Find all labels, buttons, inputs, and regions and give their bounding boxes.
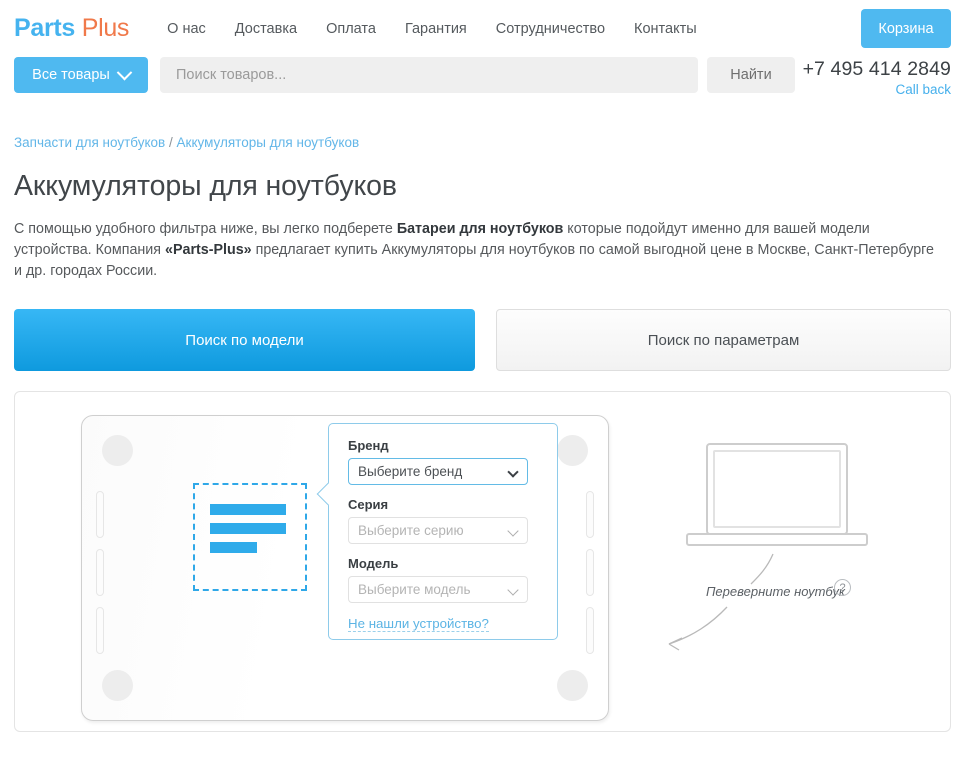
all-goods-label: Все товары <box>32 67 110 83</box>
search-mode-tabs: Поиск по модели Поиск по параметрам <box>14 309 951 371</box>
nav-item-delivery[interactable]: Доставка <box>235 21 297 37</box>
chevron-down-icon <box>507 584 518 595</box>
site-header: Parts Plus О нас Доставка Оплата Гаранти… <box>0 0 965 57</box>
screw-icon <box>557 670 588 701</box>
screw-icon <box>557 435 588 466</box>
device-not-found-link[interactable]: Не нашли устройство? <box>348 616 489 632</box>
brand-label: Бренд <box>348 438 539 453</box>
vent-slot-icon <box>96 607 104 654</box>
chevron-down-icon <box>117 64 133 80</box>
screw-icon <box>102 670 133 701</box>
all-goods-dropdown[interactable]: Все товары <box>14 57 148 93</box>
logo-parts: Parts <box>14 14 75 42</box>
model-label: Модель <box>348 556 539 571</box>
vent-slot-icon <box>96 549 104 596</box>
screw-icon <box>102 435 133 466</box>
find-button[interactable]: Найти <box>707 57 795 93</box>
search-input[interactable] <box>160 57 698 93</box>
nav-item-contacts[interactable]: Контакты <box>634 21 697 37</box>
breadcrumb-parent[interactable]: Запчасти для ноутбуков <box>14 135 165 150</box>
flip-laptop-illustration: Переверните ноутбук ? <box>655 432 935 692</box>
series-select[interactable]: Выберите серию <box>348 517 528 544</box>
series-label: Серия <box>348 497 539 512</box>
model-select-value: Выберите модель <box>358 582 470 597</box>
sticker-bar <box>210 504 286 515</box>
vent-slot-icon <box>586 549 594 596</box>
model-selector-popover: Бренд Выберите бренд Серия Выберите сери… <box>328 423 558 640</box>
nav-item-warranty[interactable]: Гарантия <box>405 21 467 37</box>
nav-item-payment[interactable]: Оплата <box>326 21 376 37</box>
help-icon[interactable]: ? <box>834 579 851 596</box>
call-back-link[interactable]: Call back <box>895 82 951 97</box>
breadcrumb-separator: / <box>169 135 173 150</box>
breadcrumb-current[interactable]: Аккумуляторы для ноутбуков <box>177 135 360 150</box>
lead-bold-2: «Parts-Plus» <box>165 242 252 258</box>
page-description: С помощью удобного фильтра ниже, вы легк… <box>14 219 939 282</box>
chevron-down-icon <box>507 525 518 536</box>
brand-select[interactable]: Выберите бренд <box>348 458 528 485</box>
tab-search-by-model[interactable]: Поиск по модели <box>14 309 475 371</box>
logo-plus: Plus <box>82 14 129 42</box>
vent-slot-icon <box>586 607 594 654</box>
model-select[interactable]: Выберите модель <box>348 576 528 603</box>
sticker-bar <box>210 523 286 534</box>
site-logo[interactable]: Parts Plus <box>14 14 129 43</box>
vent-slot-icon <box>96 491 104 538</box>
contact-block: +7 495 414 2849 Call back <box>803 57 951 99</box>
page-title: Аккумуляторы для ноутбуков <box>14 170 951 203</box>
cart-button[interactable]: Корзина <box>861 9 951 48</box>
nav-item-partnership[interactable]: Сотрудничество <box>496 21 605 37</box>
vent-slot-icon <box>586 491 594 538</box>
brand-select-value: Выберите бренд <box>358 464 462 479</box>
laptop-open-icon <box>655 432 935 692</box>
series-select-value: Выберите серию <box>358 523 464 538</box>
tab-search-by-parameters[interactable]: Поиск по параметрам <box>496 309 951 371</box>
model-finder-panel: Бренд Выберите бренд Серия Выберите сери… <box>14 391 951 732</box>
phone-number[interactable]: +7 495 414 2849 <box>803 57 951 81</box>
flip-laptop-tip: Переверните ноутбук <box>706 584 845 599</box>
label-sticker-highlight <box>193 483 307 591</box>
lead-bold-1: Батареи для ноутбуков <box>397 221 564 237</box>
nav-item-about[interactable]: О нас <box>167 21 206 37</box>
page-content: Запчасти для ноутбуков / Аккумуляторы дл… <box>0 135 965 732</box>
breadcrumb: Запчасти для ноутбуков / Аккумуляторы дл… <box>14 135 951 150</box>
main-nav: О нас Доставка Оплата Гарантия Сотруднич… <box>167 21 697 37</box>
lead-text-1: С помощью удобного фильтра ниже, вы легк… <box>14 221 397 237</box>
chevron-down-icon <box>507 466 518 477</box>
search-bar: Все товары Найти +7 495 414 2849 Call ba… <box>0 57 965 112</box>
sticker-bar <box>210 542 257 553</box>
